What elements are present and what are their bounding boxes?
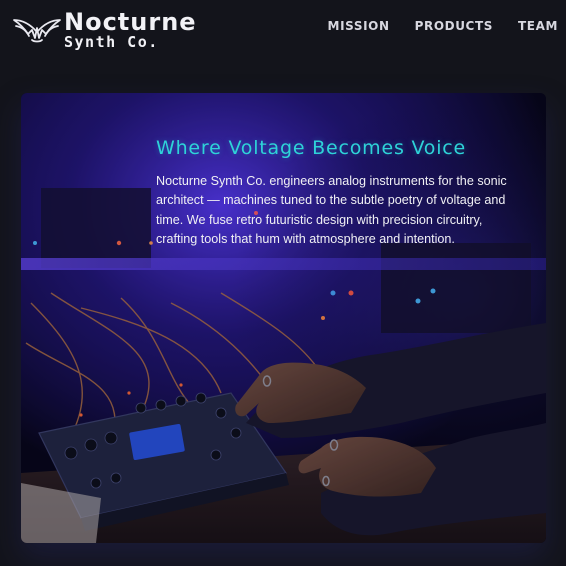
main-nav: MISSION PRODUCTS TEAM [328, 19, 558, 33]
brand-subtitle: Synth Co. [64, 33, 159, 51]
hero-synth-photo [21, 93, 546, 543]
winged-waveform-icon [13, 19, 61, 43]
hero-description: Nocturne Synth Co. engineers analog inst… [156, 174, 507, 246]
brand-name: Nocturne [64, 8, 197, 36]
nav-link-team[interactable]: TEAM [518, 19, 558, 33]
hero-section: Where Voltage Becomes Voice Nocturne Syn… [21, 93, 546, 543]
nav-link-mission[interactable]: MISSION [328, 19, 390, 33]
nav-link-products[interactable]: PRODUCTS [415, 19, 493, 33]
site-header: Nocturne Synth Co. MISSION PRODUCTS TEAM [0, 0, 566, 56]
hero-title: Where Voltage Becomes Voice [156, 137, 467, 159]
page: Nocturne Synth Co. MISSION PRODUCTS TEAM [0, 0, 566, 566]
logo-link[interactable]: Nocturne Synth Co. [12, 6, 222, 51]
